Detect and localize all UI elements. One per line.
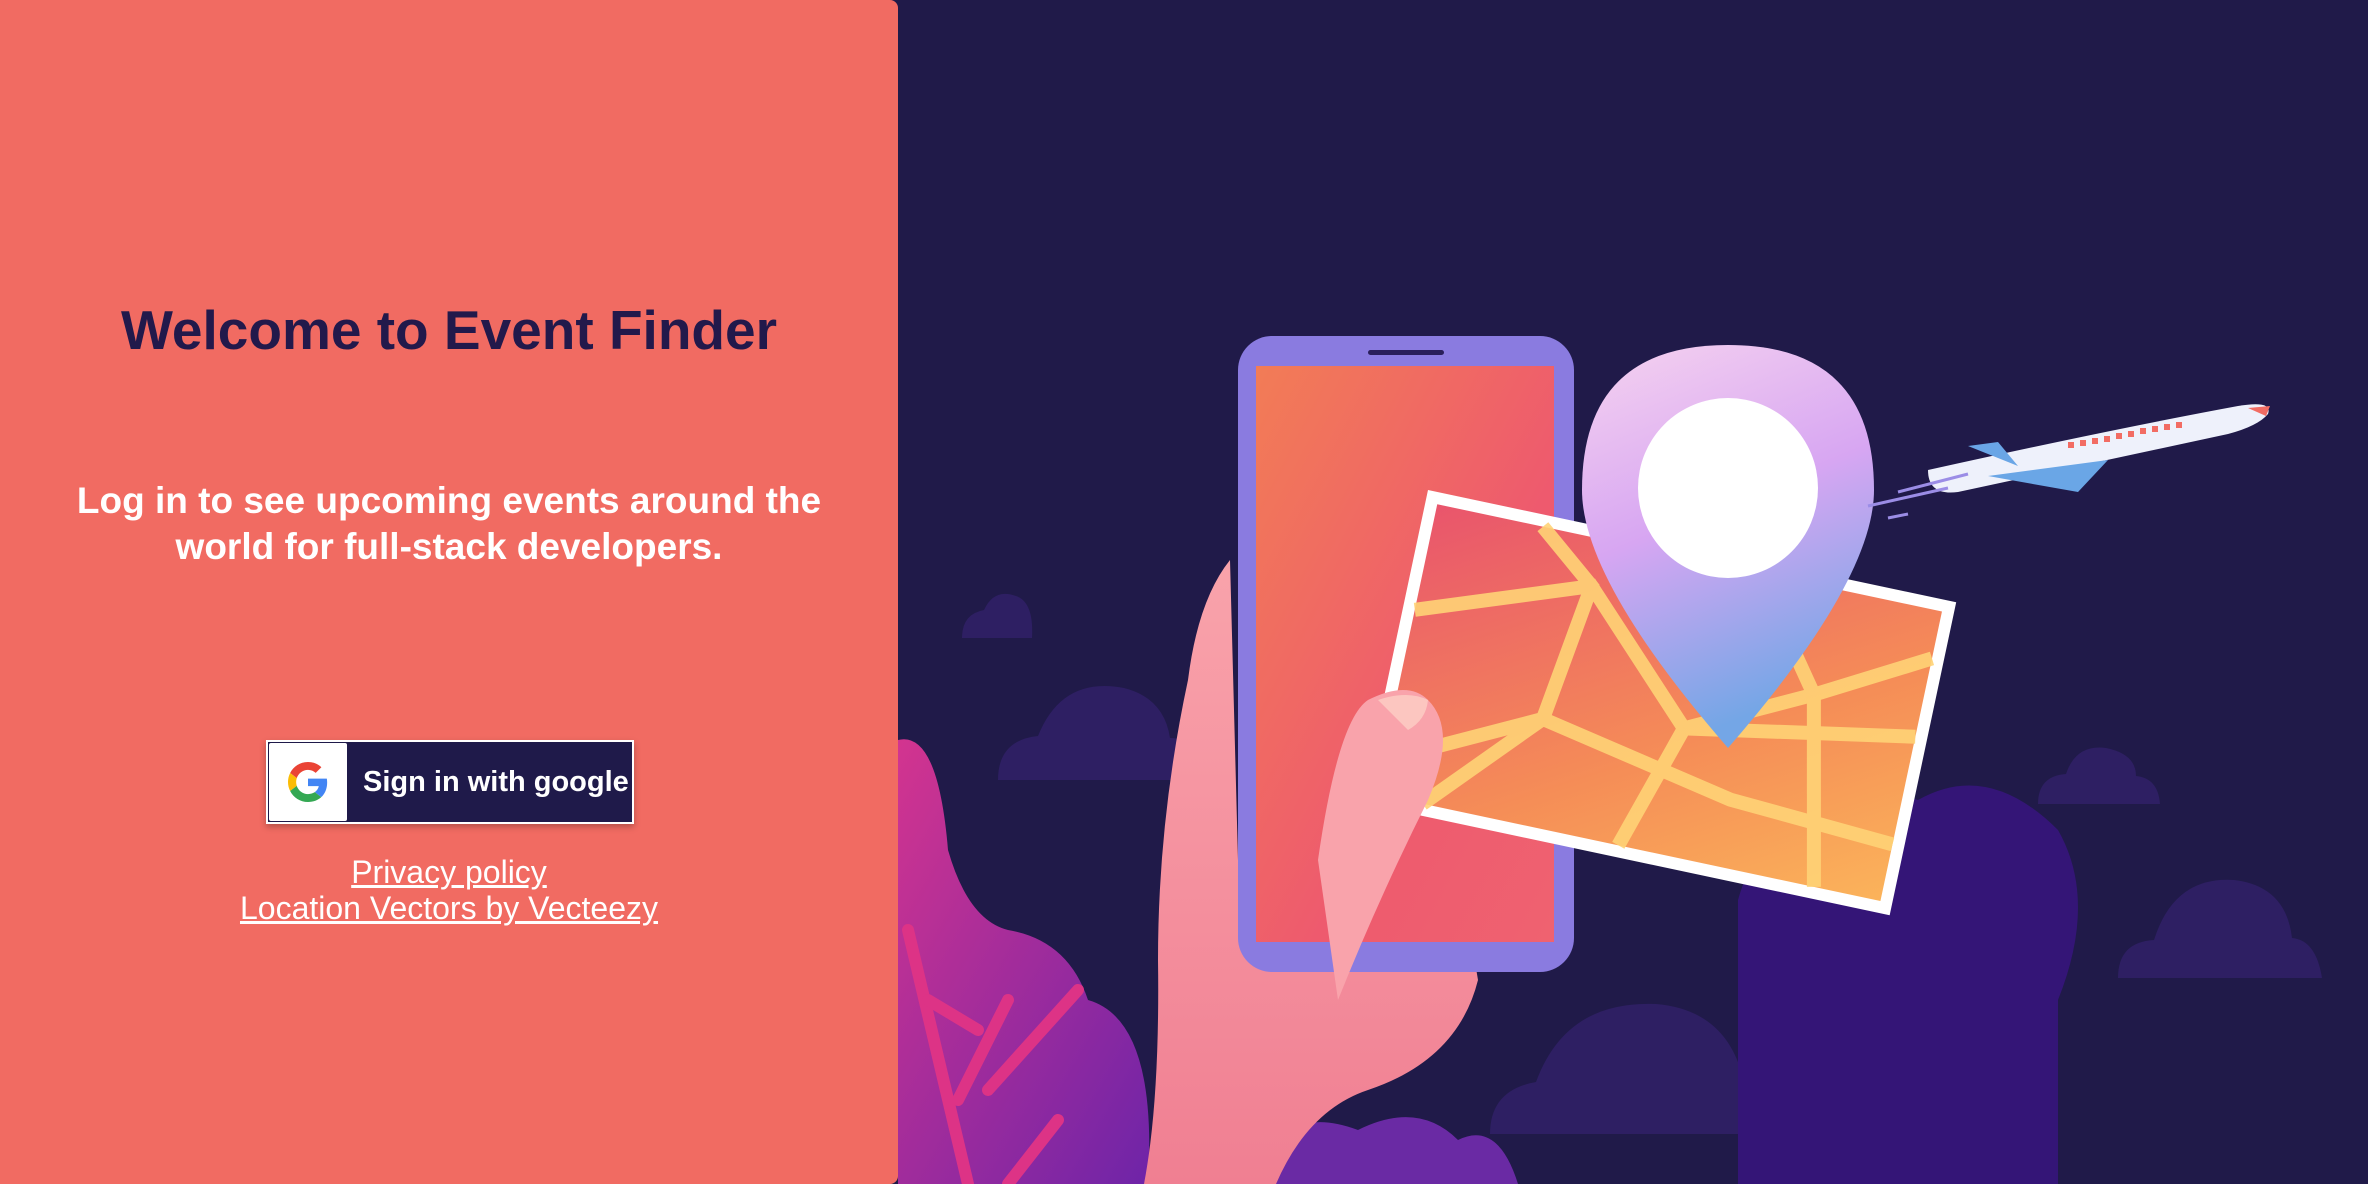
google-signin-button[interactable]: Sign in with google <box>266 740 634 824</box>
page-subtitle: Log in to see upcoming events around the… <box>76 480 822 567</box>
google-icon <box>269 743 347 821</box>
footer-links: Privacy policy Location Vectors by Vecte… <box>0 854 898 926</box>
page-title: Welcome to Event Finder <box>120 299 778 361</box>
location-illustration <box>898 336 2322 1184</box>
login-page: Welcome to Event Finder Log in to see up… <box>0 0 2368 1184</box>
vecteezy-attribution-link[interactable]: Location Vectors by Vecteezy <box>0 890 898 926</box>
google-signin-label: Sign in with google <box>363 765 629 798</box>
privacy-policy-link[interactable]: Privacy policy <box>0 854 898 890</box>
login-panel: Welcome to Event Finder Log in to see up… <box>0 0 898 1184</box>
